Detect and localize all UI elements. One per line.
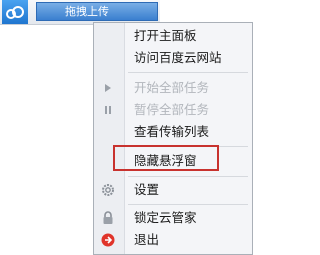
exit-icon <box>100 232 116 248</box>
menu-item-visit-website[interactable]: 访问百度云网站 <box>94 48 252 68</box>
annotation-highlight-box <box>113 145 219 171</box>
menu-item-label: 锁定云管家 <box>134 210 197 225</box>
menu-item-label: 设置 <box>134 182 160 197</box>
menu-separator <box>128 204 248 205</box>
menu-item-start-all-tasks[interactable]: 开始全部任务 <box>94 78 252 98</box>
context-menu: 打开主面板 访问百度云网站 开始全部任务 暂停全部任务 查看传输列表 隐藏悬浮窗… <box>93 22 253 255</box>
play-icon <box>100 80 116 96</box>
menu-item-label: 查看传输列表 <box>134 124 210 139</box>
menu-item-settings[interactable]: 设置 <box>94 180 252 200</box>
menu-item-view-transfer-list[interactable]: 查看传输列表 <box>94 122 252 142</box>
menu-separator <box>128 176 248 177</box>
gear-icon <box>100 182 116 198</box>
menu-item-label: 开始全部任务 <box>134 80 210 95</box>
menu-item-open-main-panel[interactable]: 打开主面板 <box>94 26 252 46</box>
menu-separator <box>128 72 248 73</box>
lock-icon <box>100 210 116 226</box>
menu-item-label: 访问百度云网站 <box>134 50 222 65</box>
menu-item-label: 暂停全部任务 <box>134 102 210 117</box>
menu-item-label: 打开主面板 <box>134 28 197 43</box>
menu-item-pause-all-tasks[interactable]: 暂停全部任务 <box>94 100 252 120</box>
menu-item-lock[interactable]: 锁定云管家 <box>94 208 252 228</box>
pause-icon <box>100 102 116 118</box>
drag-upload-label[interactable]: 拖拽上传 <box>36 2 158 21</box>
menu-item-label: 退出 <box>134 232 160 247</box>
menu-item-exit[interactable]: 退出 <box>94 230 252 250</box>
cloud-icon[interactable] <box>2 0 28 24</box>
